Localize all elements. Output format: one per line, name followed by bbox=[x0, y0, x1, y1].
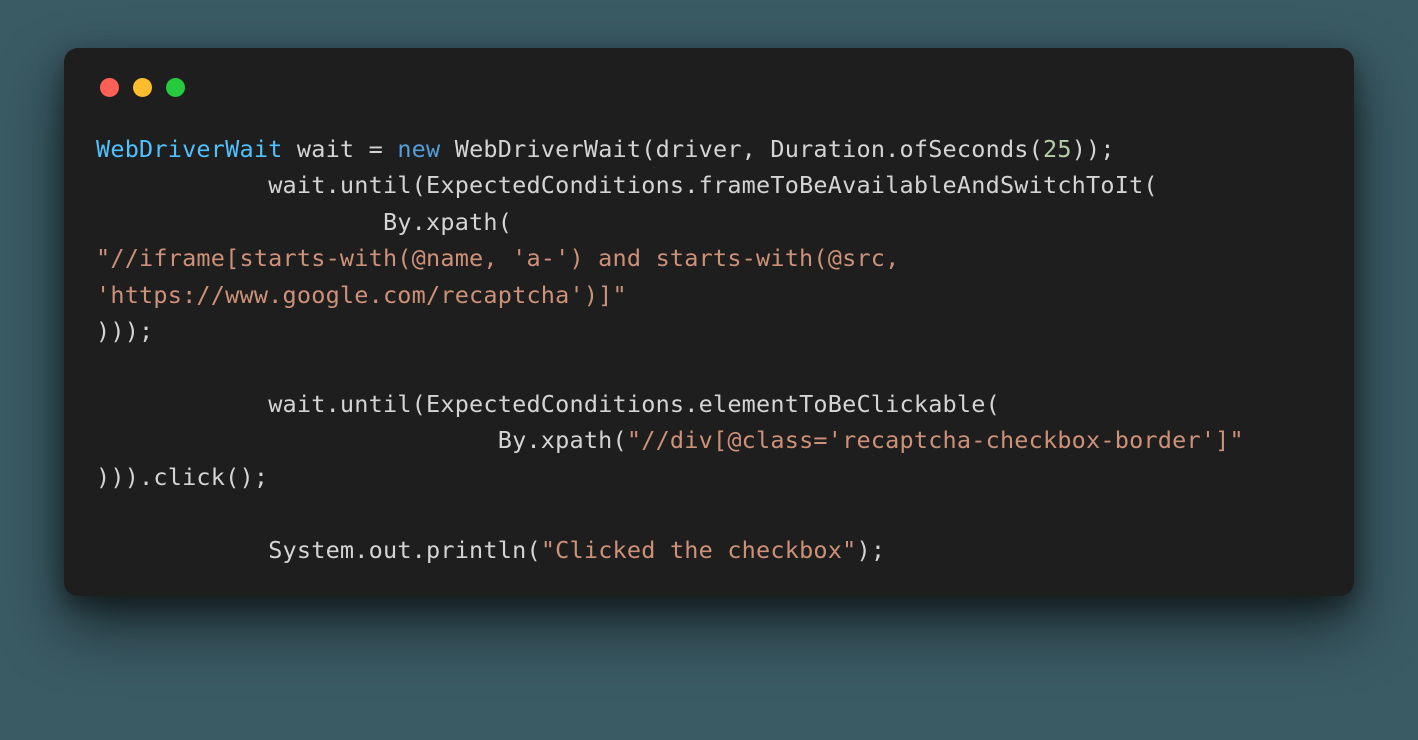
token-plain: wait = bbox=[283, 135, 398, 163]
minimize-icon[interactable] bbox=[133, 78, 152, 97]
token-plain: ))).click(); System.out.println( bbox=[96, 463, 541, 564]
code-block: WebDriverWait wait = new WebDriverWait(d… bbox=[96, 131, 1322, 568]
close-icon[interactable] bbox=[100, 78, 119, 97]
token-plain: ); bbox=[856, 536, 885, 564]
token-string: "//div[@class='recaptcha-checkbox-border… bbox=[627, 426, 1244, 454]
token-string: "Clicked the checkbox" bbox=[541, 536, 857, 564]
window-titlebar bbox=[96, 78, 1322, 97]
token-type: WebDriverWait bbox=[96, 135, 283, 163]
code-window: WebDriverWait wait = new WebDriverWait(d… bbox=[64, 48, 1354, 596]
maximize-icon[interactable] bbox=[166, 78, 185, 97]
token-plain: WebDriverWait(driver, Duration.ofSeconds… bbox=[440, 135, 1043, 163]
token-keyword: new bbox=[397, 135, 440, 163]
token-string: "//iframe[starts-with(@name, 'a-') and s… bbox=[96, 244, 914, 308]
token-number: 25 bbox=[1043, 135, 1072, 163]
